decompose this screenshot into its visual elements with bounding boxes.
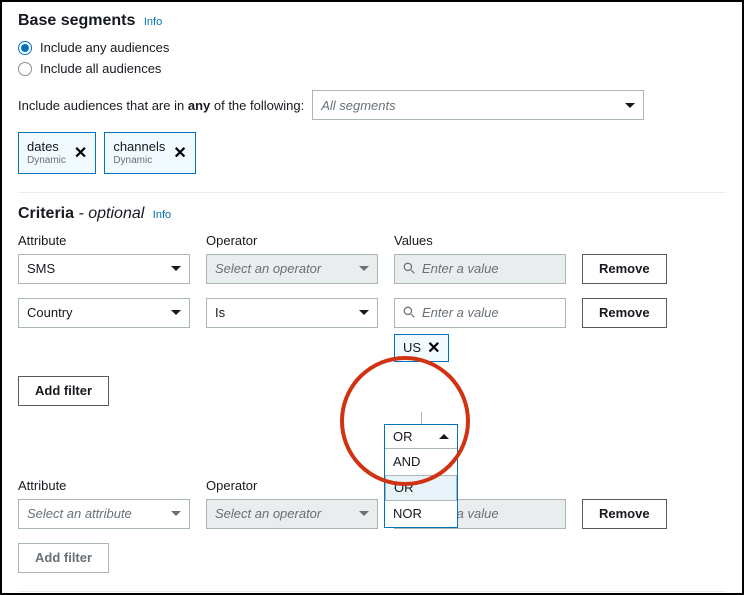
attribute-placeholder: Select an attribute bbox=[27, 506, 132, 521]
criteria-optional: - optional bbox=[78, 205, 144, 222]
base-info-link[interactable]: Info bbox=[144, 16, 162, 28]
chevron-down-icon bbox=[171, 310, 181, 315]
attribute-label: Attribute bbox=[18, 233, 190, 248]
attribute-label: Attribute bbox=[18, 478, 190, 493]
chip-remove[interactable]: ✕ bbox=[74, 143, 87, 163]
value-tag: US ✕ bbox=[394, 334, 449, 362]
attribute-value: Country bbox=[27, 305, 73, 320]
connector-option-and[interactable]: AND bbox=[385, 449, 457, 475]
radio-icon bbox=[18, 41, 32, 55]
value-input[interactable]: Enter a value bbox=[394, 254, 566, 284]
logic-connector-select[interactable]: OR AND OR NOR bbox=[384, 424, 458, 528]
include-all-radio[interactable]: Include all audiences bbox=[18, 61, 726, 76]
chevron-down-icon bbox=[171, 511, 181, 516]
operator-placeholder: Select an operator bbox=[215, 261, 321, 276]
chip-name: channels bbox=[113, 139, 165, 155]
attribute-value: SMS bbox=[27, 261, 55, 276]
include-all-label: Include all audiences bbox=[40, 61, 161, 76]
attribute-select[interactable]: Select an attribute bbox=[18, 499, 190, 529]
value-placeholder: Enter a value bbox=[422, 261, 499, 276]
search-icon bbox=[403, 262, 416, 275]
connector-option-nor[interactable]: NOR bbox=[385, 501, 457, 527]
chip-name: dates bbox=[27, 139, 66, 155]
segments-select[interactable]: All segments bbox=[312, 90, 644, 120]
attribute-select[interactable]: Country bbox=[18, 298, 190, 328]
chevron-down-icon bbox=[359, 511, 369, 516]
chevron-up-icon bbox=[439, 434, 449, 439]
operator-select[interactable]: Select an operator bbox=[206, 499, 378, 529]
connector-selected: OR bbox=[393, 429, 413, 444]
operator-select[interactable]: Select an operator bbox=[206, 254, 378, 284]
tag-remove[interactable]: ✕ bbox=[427, 338, 440, 358]
attribute-select[interactable]: SMS bbox=[18, 254, 190, 284]
operator-label: Operator bbox=[206, 478, 378, 493]
include-text: Include audiences that are in any of the… bbox=[18, 98, 304, 113]
criteria-info-link[interactable]: Info bbox=[153, 209, 171, 221]
base-title: Base segments bbox=[18, 12, 135, 29]
chevron-down-icon bbox=[359, 266, 369, 271]
criteria-title: Criteria bbox=[18, 205, 74, 222]
chevron-down-icon bbox=[359, 310, 369, 315]
connector-option-or[interactable]: OR bbox=[385, 475, 457, 501]
segment-chip: dates Dynamic ✕ bbox=[18, 132, 96, 174]
chip-sub: Dynamic bbox=[27, 155, 66, 167]
chip-remove[interactable]: ✕ bbox=[173, 143, 186, 163]
include-any-radio[interactable]: Include any audiences bbox=[18, 40, 726, 55]
operator-value: Is bbox=[215, 305, 225, 320]
value-placeholder: Enter a value bbox=[422, 305, 499, 320]
value-input[interactable]: Enter a value bbox=[394, 298, 566, 328]
include-any-label: Include any audiences bbox=[40, 40, 169, 55]
radio-icon bbox=[18, 62, 32, 76]
segments-placeholder: All segments bbox=[321, 98, 395, 113]
segment-chip: channels Dynamic ✕ bbox=[104, 132, 195, 174]
remove-button[interactable]: Remove bbox=[582, 298, 667, 328]
search-icon bbox=[403, 306, 416, 319]
add-filter-button-disabled: Add filter bbox=[18, 543, 109, 573]
operator-select[interactable]: Is bbox=[206, 298, 378, 328]
operator-label: Operator bbox=[206, 233, 378, 248]
chevron-down-icon bbox=[171, 266, 181, 271]
values-label: Values bbox=[394, 233, 566, 248]
operator-placeholder: Select an operator bbox=[215, 506, 321, 521]
remove-button[interactable]: Remove bbox=[582, 499, 667, 529]
chip-sub: Dynamic bbox=[113, 155, 165, 167]
remove-button[interactable]: Remove bbox=[582, 254, 667, 284]
add-filter-button[interactable]: Add filter bbox=[18, 376, 109, 406]
tag-text: US bbox=[403, 340, 421, 355]
chevron-down-icon bbox=[625, 103, 635, 108]
